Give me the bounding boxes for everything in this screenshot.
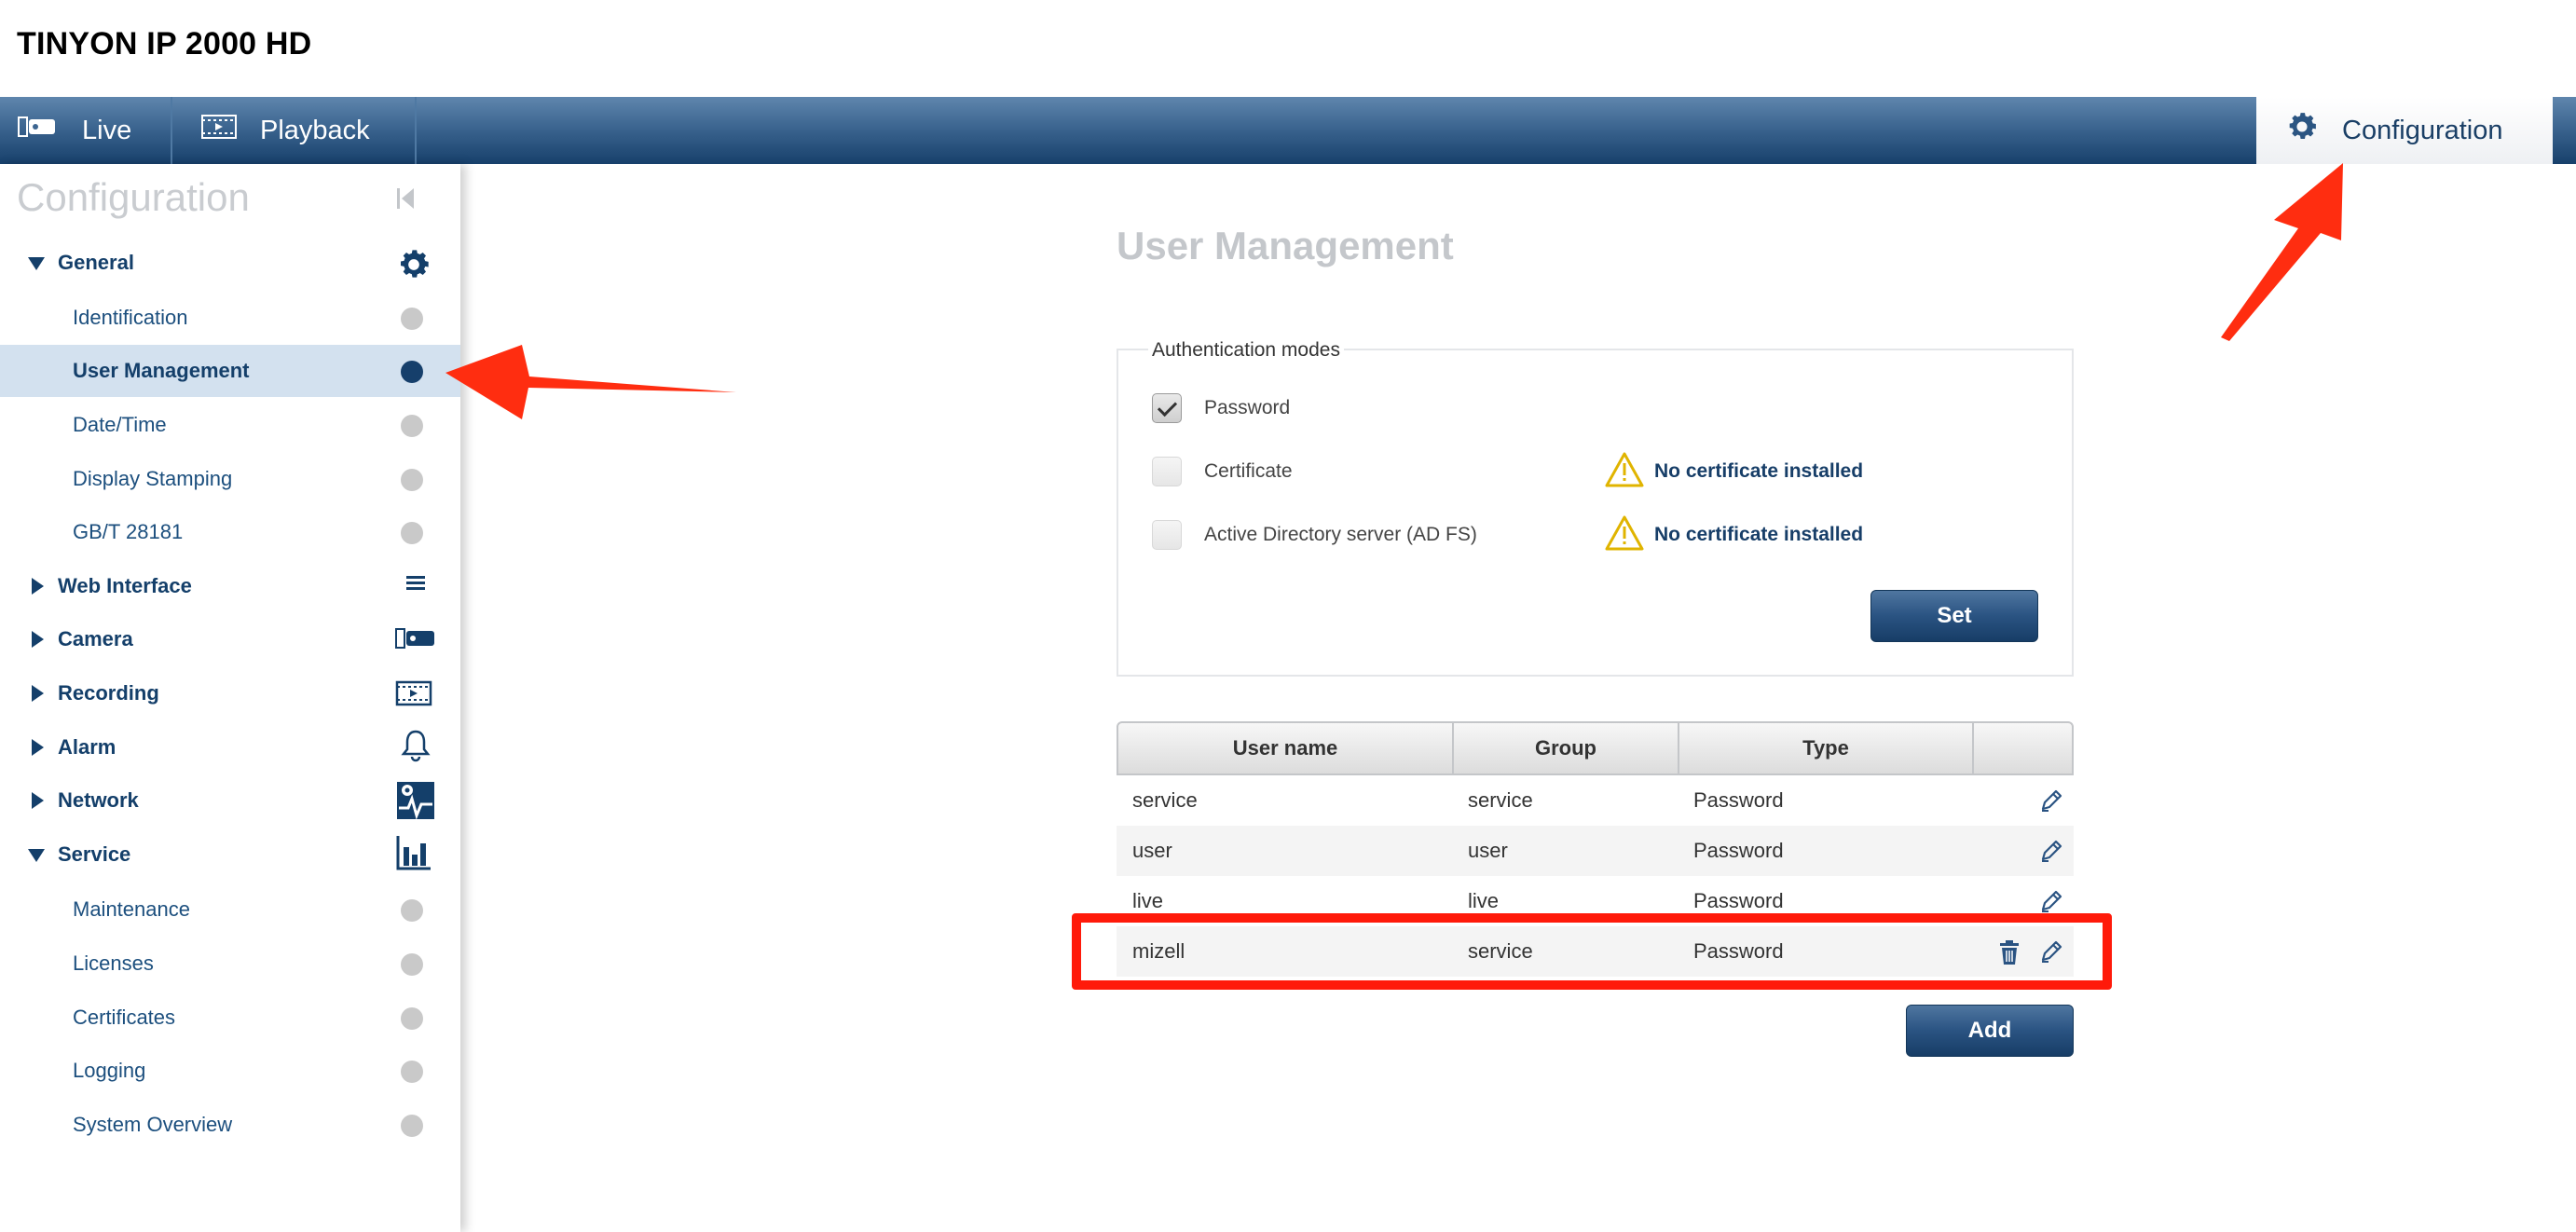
arrow-annotation-sidebar [445, 345, 736, 419]
arrow-annotation-configuration [2221, 163, 2343, 341]
annotation-arrows [445, 163, 2343, 419]
